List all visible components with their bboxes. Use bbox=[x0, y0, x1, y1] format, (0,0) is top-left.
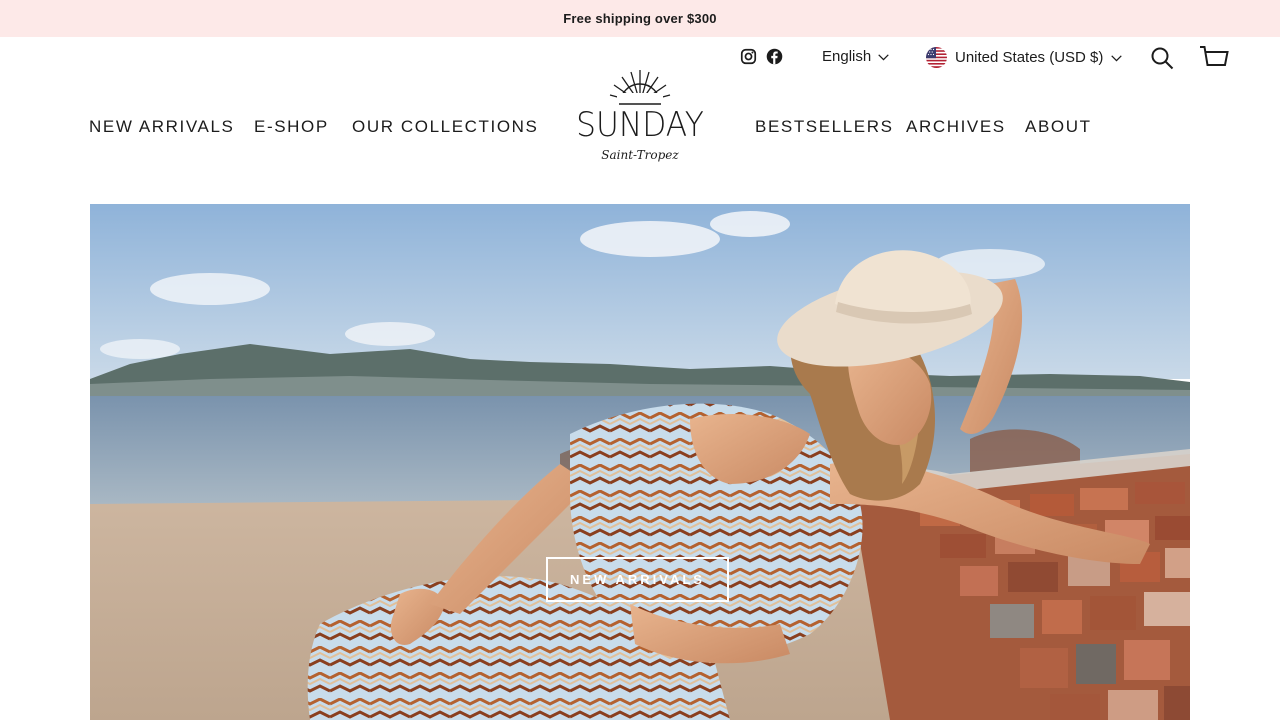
logo-wordmark: SUNDAY bbox=[576, 105, 704, 145]
nav-archives[interactable]: ARCHIVES bbox=[906, 117, 1006, 137]
logo-subtitle: Saint-Tropez bbox=[601, 148, 679, 162]
hero-cta-label: NEW ARRIVALS bbox=[570, 572, 705, 587]
site-header: English United States (USD $) NEW ARRIVA… bbox=[0, 37, 1280, 204]
sun-logo-icon bbox=[609, 70, 671, 105]
instagram-icon[interactable] bbox=[740, 48, 757, 65]
cart-icon[interactable] bbox=[1199, 45, 1229, 71]
nav-bestsellers[interactable]: BESTSELLERS bbox=[755, 117, 894, 137]
utility-bar: English United States (USD $) bbox=[0, 47, 1280, 69]
social-links bbox=[740, 48, 783, 65]
search-icon[interactable] bbox=[1150, 46, 1174, 70]
nav-new-arrivals[interactable]: NEW ARRIVALS bbox=[89, 117, 234, 137]
nav-about[interactable]: ABOUT bbox=[1025, 117, 1092, 137]
announcement-bar: Free shipping over $300 bbox=[0, 0, 1280, 37]
hero-image bbox=[90, 204, 1190, 720]
us-flag-icon bbox=[926, 47, 947, 68]
facebook-icon[interactable] bbox=[766, 48, 783, 65]
language-selector[interactable]: English bbox=[822, 48, 889, 65]
chevron-down-icon bbox=[878, 54, 889, 61]
language-label: English bbox=[822, 48, 872, 65]
country-label: United States (USD $) bbox=[955, 49, 1104, 66]
chevron-down-icon bbox=[1111, 55, 1123, 62]
hero-banner[interactable]: NEW ARRIVALS bbox=[90, 204, 1190, 720]
country-selector[interactable]: United States (USD $) bbox=[926, 47, 1123, 68]
nav-our-collections[interactable]: OUR COLLECTIONS bbox=[352, 117, 538, 137]
announcement-text: Free shipping over $300 bbox=[563, 11, 717, 26]
hero-new-arrivals-button[interactable]: NEW ARRIVALS bbox=[546, 557, 729, 602]
site-logo[interactable]: SUNDAY Saint-Tropez bbox=[565, 69, 715, 173]
nav-e-shop[interactable]: E-SHOP bbox=[254, 117, 329, 137]
